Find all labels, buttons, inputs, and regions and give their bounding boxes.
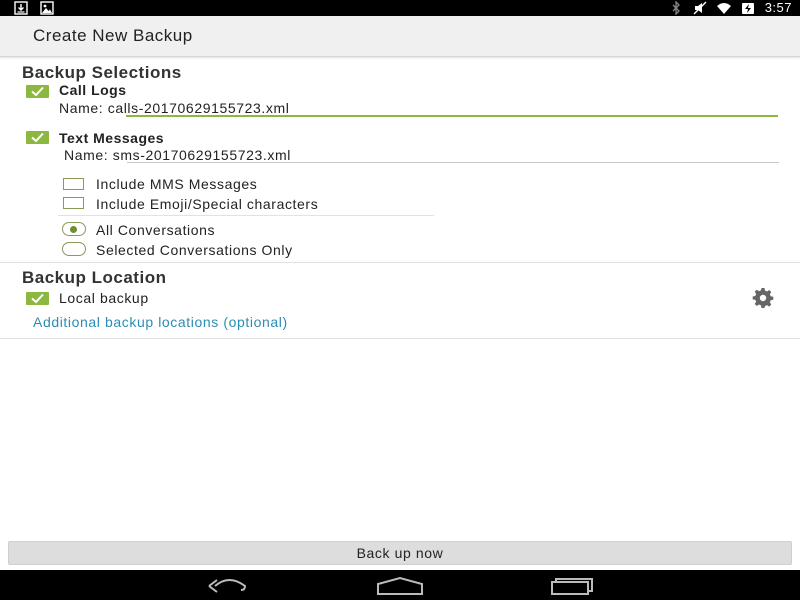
include-mms-checkbox[interactable] (63, 178, 84, 190)
checkmark-icon (31, 293, 44, 304)
download-icon (14, 1, 28, 15)
action-bar: Create New Backup (0, 16, 800, 57)
back-up-now-button[interactable]: Back up now (8, 541, 792, 565)
status-bar: 3:57 (0, 0, 800, 16)
all-conversations-label: All Conversations (96, 222, 216, 238)
call-logs-name-value[interactable]: calls-20170629155723.xml (108, 100, 290, 116)
selected-conversations-radio[interactable] (62, 242, 86, 256)
gear-icon[interactable] (751, 286, 775, 310)
bluetooth-icon (669, 1, 683, 15)
status-time: 3:57 (764, 0, 792, 15)
back-icon[interactable] (205, 576, 253, 596)
section-divider (0, 338, 800, 339)
navigation-bar (0, 570, 800, 600)
checkmark-icon (31, 86, 44, 97)
include-emoji-label: Include Emoji/Special characters (96, 196, 319, 212)
home-icon[interactable] (376, 576, 424, 596)
call-logs-name-prefix: Name: (59, 100, 104, 116)
section-divider (0, 262, 800, 263)
selected-conversations-label: Selected Conversations Only (96, 242, 293, 258)
wifi-icon (716, 1, 731, 15)
local-backup-checkbox[interactable] (26, 292, 49, 305)
radio-selected-dot (70, 226, 77, 233)
text-messages-name-prefix: Name: (64, 147, 109, 163)
call-logs-label: Call Logs (59, 82, 127, 98)
text-messages-name-underline (127, 162, 779, 163)
recents-icon[interactable] (548, 576, 596, 596)
text-messages-name-field[interactable]: Name: sms-20170629155723.xml (64, 147, 291, 163)
options-divider (58, 215, 434, 216)
include-mms-label: Include MMS Messages (96, 176, 258, 192)
checkmark-icon (31, 132, 44, 143)
image-icon (40, 1, 54, 15)
call-logs-name-underline (126, 115, 778, 117)
backup-location-title: Backup Location (22, 268, 167, 287)
all-conversations-radio[interactable] (62, 222, 86, 236)
backup-selections-title: Backup Selections (22, 63, 182, 82)
call-logs-checkbox[interactable] (26, 85, 49, 98)
additional-backup-locations-link[interactable]: Additional backup locations (optional) (33, 314, 288, 330)
local-backup-label: Local backup (59, 290, 149, 306)
text-messages-checkbox[interactable] (26, 131, 49, 144)
page-title: Create New Backup (33, 26, 193, 45)
include-emoji-checkbox[interactable] (63, 197, 84, 209)
text-messages-name-value[interactable]: sms-20170629155723.xml (113, 147, 291, 163)
text-messages-label: Text Messages (59, 130, 165, 146)
call-logs-name-field[interactable]: Name: calls-20170629155723.xml (59, 100, 289, 116)
battery-charging-icon (741, 1, 755, 15)
mute-icon (693, 1, 707, 15)
